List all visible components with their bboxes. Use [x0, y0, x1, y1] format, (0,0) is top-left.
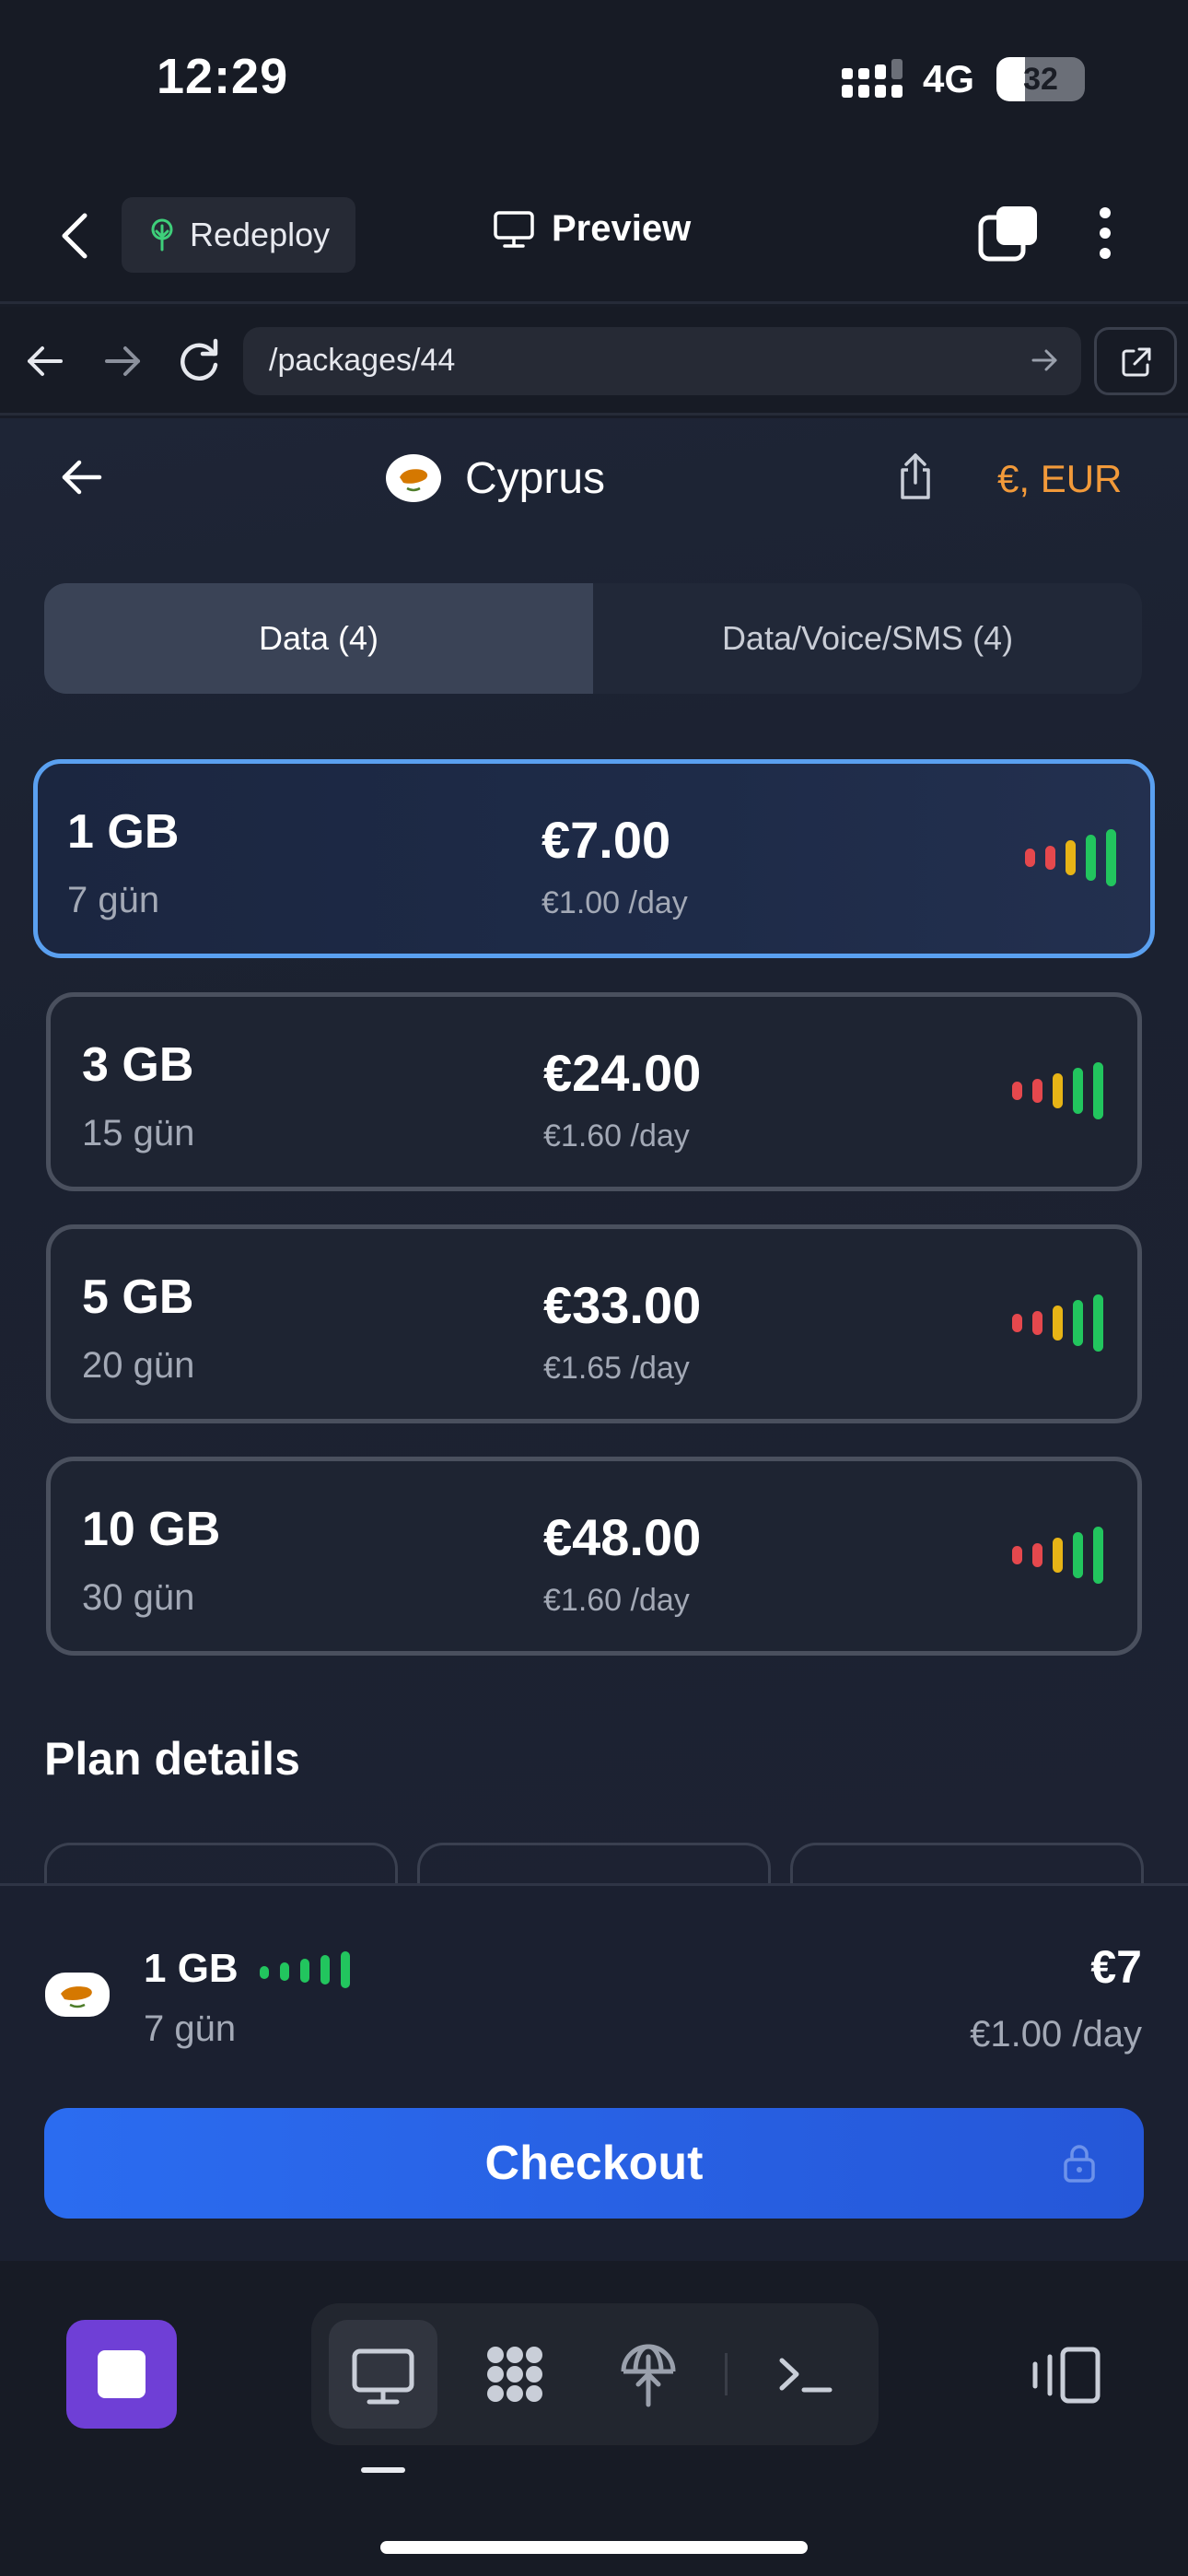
signal-bar — [1012, 1314, 1022, 1332]
home-indicator[interactable] — [380, 2541, 808, 2554]
arrow-left-icon[interactable] — [24, 343, 66, 380]
status-time: 12:29 — [157, 49, 289, 104]
tabs-icon[interactable] — [978, 205, 1039, 262]
signal-bar — [1093, 1294, 1103, 1352]
signal-bar — [1093, 1527, 1103, 1584]
lock-icon — [1064, 2145, 1095, 2183]
package-price: €24.00 — [543, 1044, 702, 1102]
package-per-day: €1.00 /day — [542, 885, 688, 920]
apps-icon — [487, 2347, 542, 2402]
package-price: €33.00 — [543, 1276, 702, 1334]
deploy-icon — [621, 2344, 676, 2407]
cyprus-flag-icon — [386, 454, 441, 502]
share-icon[interactable] — [895, 451, 936, 501]
package-price: €7.00 — [542, 811, 671, 869]
package-duration: 7 gün — [67, 880, 160, 920]
package-data: 3 GB — [82, 1038, 194, 1092]
checkout-button[interactable]: Checkout — [44, 2108, 1144, 2219]
signal-bar — [1045, 846, 1055, 870]
preview-tool-button[interactable] — [329, 2320, 437, 2429]
external-link-icon — [1122, 347, 1151, 377]
signal-bar — [1032, 1079, 1042, 1103]
package-per-day: €1.65 /day — [543, 1351, 690, 1386]
package-per-day: €1.60 /day — [543, 1118, 690, 1153]
sprout-icon — [151, 218, 173, 252]
battery-nub — [1079, 72, 1085, 87]
signal-bar — [1032, 1543, 1042, 1567]
package-type-tabs: Data (4) Data/Voice/SMS (4) — [44, 583, 1142, 694]
signal-bars-icon — [1025, 829, 1116, 886]
package-duration: 20 gün — [82, 1345, 195, 1386]
monitor-icon — [352, 2348, 414, 2405]
stop-button[interactable] — [66, 2320, 177, 2429]
signal-bars-icon — [260, 1951, 350, 1988]
signal-bar — [1012, 1082, 1022, 1100]
reload-icon[interactable] — [177, 335, 223, 383]
signal-bar — [1073, 1068, 1083, 1114]
package-data: 1 GB — [67, 805, 180, 859]
signal-bar — [1106, 829, 1116, 886]
signal-bar — [1093, 1062, 1103, 1119]
tab-data[interactable]: Data (4) — [44, 583, 593, 694]
cell-signal-icon — [842, 59, 903, 98]
arrow-left-icon[interactable] — [59, 457, 103, 498]
terminal-icon — [779, 2358, 833, 2393]
mirror-device-icon[interactable] — [1030, 2346, 1103, 2405]
monitor-icon — [494, 210, 534, 248]
signal-bar — [1053, 1306, 1063, 1341]
package-price: €48.00 — [543, 1508, 702, 1566]
battery-level: 32 — [1023, 62, 1058, 97]
deploy-tool-button[interactable] — [594, 2320, 703, 2429]
signal-bar — [1073, 1300, 1083, 1346]
signal-bars-icon — [1012, 1062, 1103, 1119]
selected-duration: 7 gün — [144, 2008, 237, 2049]
package-data: 5 GB — [82, 1270, 194, 1324]
signal-bars-icon — [1012, 1527, 1103, 1584]
package-duration: 30 gün — [82, 1577, 195, 1618]
redeploy-label: Redeploy — [190, 216, 331, 253]
signal-bar — [1053, 1073, 1063, 1108]
cyprus-flag-icon — [45, 1973, 110, 2017]
signal-bar — [1032, 1311, 1042, 1335]
selected-per-day: €1.00 /day — [970, 2014, 1142, 2055]
arrow-go-icon[interactable] — [1030, 346, 1059, 374]
package-data: 10 GB — [82, 1503, 221, 1556]
preview-title[interactable]: Preview — [493, 208, 691, 250]
package-card[interactable]: 5 GB 20 gün €33.00 €1.65 /day — [46, 1224, 1142, 1423]
selected-price: €7 — [1090, 1941, 1142, 1993]
signal-bar — [1086, 835, 1096, 881]
package-duration: 15 gün — [82, 1113, 195, 1153]
open-external-button[interactable] — [1094, 327, 1177, 395]
network-type: 4G — [923, 57, 975, 100]
signal-bar — [1012, 1546, 1022, 1564]
preview-label: Preview — [552, 208, 692, 249]
more-vertical-icon[interactable] — [1094, 205, 1116, 262]
checkout-button-label: Checkout — [484, 2137, 704, 2190]
signal-bar — [1066, 840, 1076, 875]
currency-selector[interactable]: €, EUR — [997, 457, 1122, 501]
signal-bars-icon — [1012, 1294, 1103, 1352]
terminal-tool-button[interactable] — [751, 2320, 859, 2429]
signal-bar — [1073, 1532, 1083, 1578]
signal-bar — [1053, 1538, 1063, 1573]
stop-icon — [98, 2350, 146, 2398]
signal-bar — [1025, 849, 1035, 867]
package-card[interactable]: 10 GB 30 gün €48.00 €1.60 /day — [46, 1457, 1142, 1656]
toolbar-divider — [725, 2353, 728, 2395]
redeploy-button[interactable]: Redeploy — [122, 197, 355, 273]
tab-data-voice-sms[interactable]: Data/Voice/SMS (4) — [593, 583, 1142, 694]
active-tool-indicator — [361, 2467, 405, 2473]
package-card[interactable]: 3 GB 15 gün €24.00 €1.60 /day — [46, 992, 1142, 1191]
arrow-right-icon[interactable] — [101, 343, 144, 380]
section-heading: Plan details — [44, 1733, 300, 1785]
page-title: Cyprus — [465, 454, 606, 503]
chevron-left-icon[interactable] — [57, 210, 94, 262]
battery-indicator: 32 — [996, 57, 1085, 101]
package-per-day: €1.60 /day — [543, 1583, 690, 1618]
apps-tool-button[interactable] — [460, 2320, 569, 2429]
url-text: /packages/44 — [269, 343, 456, 378]
package-card[interactable]: 1 GB 7 gün €7.00 €1.00 /day — [33, 759, 1155, 958]
selected-data: 1 GB — [144, 1946, 239, 1991]
